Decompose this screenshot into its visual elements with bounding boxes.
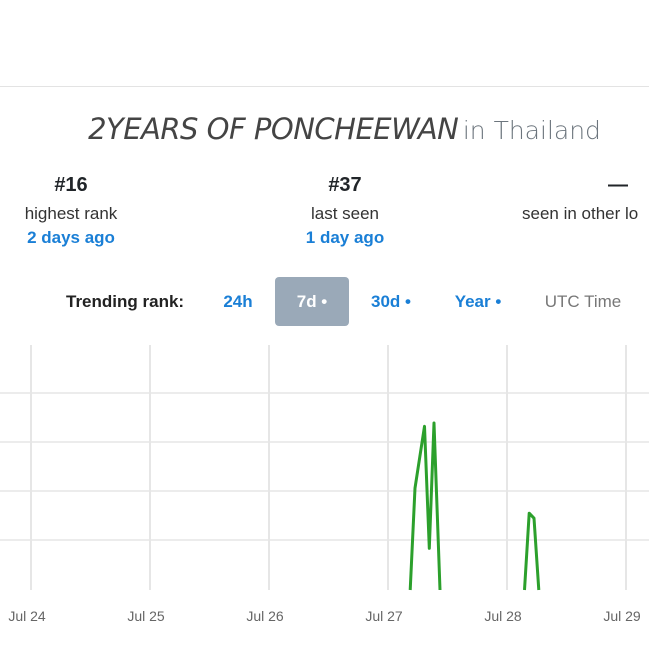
range-30d-button[interactable]: 30d • <box>360 277 422 326</box>
stat-value: — <box>608 174 628 196</box>
x-tick-label: Jul 28 <box>484 608 522 624</box>
stat-other-locations: — seen in other lo <box>518 172 649 226</box>
range-24h-button[interactable]: 24h <box>212 277 264 326</box>
page-title: 2YEARS OF PONCHEEWAN in Thailand <box>0 112 649 146</box>
stat-value: #16 <box>54 174 88 196</box>
stat-time-link[interactable]: 1 day ago <box>245 226 445 250</box>
utc-time-toggle[interactable]: UTC Time <box>533 277 633 326</box>
x-tick-label: Jul 29 <box>603 608 641 624</box>
stat-time-link[interactable]: 2 days ago <box>0 226 171 250</box>
range-year-button[interactable]: Year • <box>446 277 510 326</box>
x-tick-label: Jul 26 <box>246 608 284 624</box>
top-bar <box>0 0 649 87</box>
stat-label: highest rank <box>24 204 118 223</box>
rank-chart: Jul 24 Jul 25 Jul 26 Jul 27 Jul 28 Jul 29 <box>0 345 649 649</box>
trending-rank-bar: Trending rank: 24h 7d • 30d • Year • UTC… <box>0 277 649 327</box>
trending-rank-label: Trending rank: <box>66 292 185 311</box>
rank-series-line <box>523 511 541 591</box>
hashtag-name: 2YEARS OF PONCHEEWAN <box>88 112 459 146</box>
stat-highest-rank: #16 highest rank 2 days ago <box>0 172 171 250</box>
rank-chart-svg: Jul 24 Jul 25 Jul 26 Jul 27 Jul 28 Jul 29 <box>0 345 649 624</box>
range-7d-button[interactable]: 7d • <box>275 277 349 326</box>
stat-label: last seen <box>310 204 380 223</box>
x-tick-label: Jul 25 <box>127 608 165 624</box>
location-label: in Thailand <box>462 116 601 145</box>
stat-label: seen in other lo <box>522 204 639 223</box>
stat-value: #37 <box>328 174 362 196</box>
x-tick-label: Jul 24 <box>8 608 46 624</box>
rank-series-line <box>408 421 442 591</box>
x-tick-label: Jul 27 <box>365 608 403 624</box>
stat-last-seen: #37 last seen 1 day ago <box>245 172 445 250</box>
